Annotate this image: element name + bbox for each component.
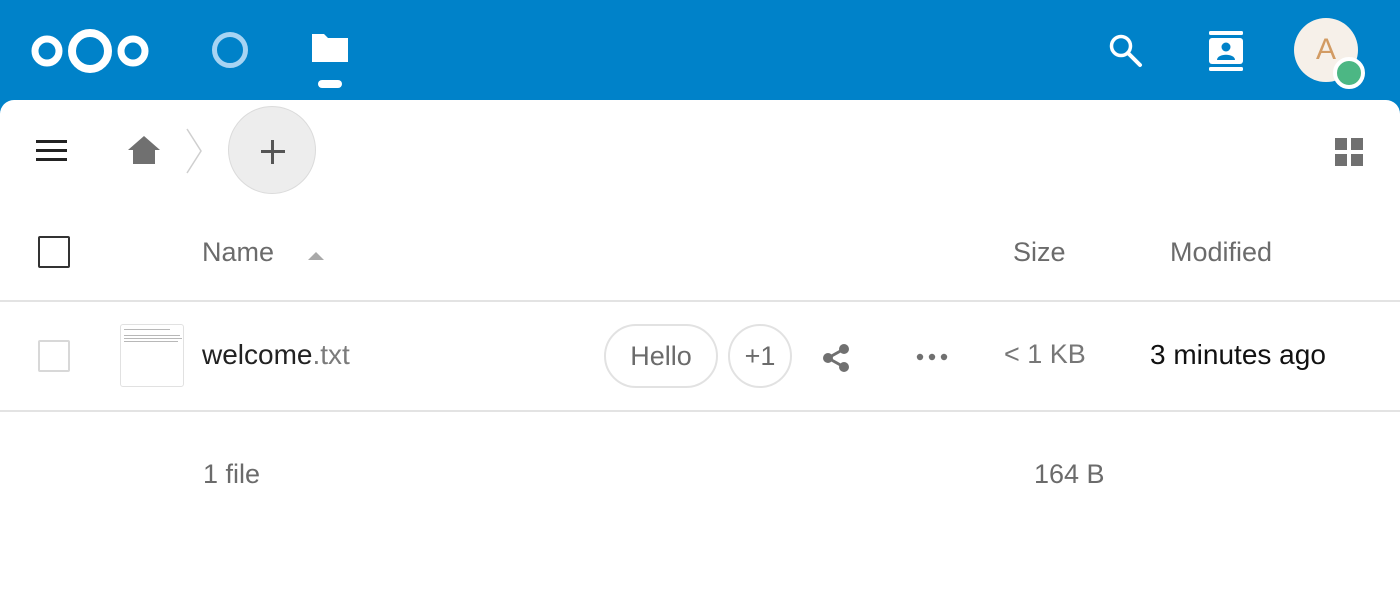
tag-pill[interactable]: Hello [604,324,718,388]
sort-ascending-icon [308,252,324,260]
file-modified-date: 3 minutes ago [1150,339,1326,370]
breadcrumb-separator-icon [186,128,202,174]
nextcloud-logo-icon[interactable] [28,26,152,76]
table-header-divider [0,300,1400,302]
dashboard-app-circle-icon[interactable] [212,32,248,68]
hamburger-menu-icon[interactable] [36,140,68,164]
column-header-modified[interactable]: Modified [1170,237,1272,268]
search-icon[interactable] [1108,33,1144,69]
home-icon[interactable] [126,134,162,166]
active-app-indicator [318,80,342,88]
summary-total-size: 164 B [1034,459,1105,489]
file-name[interactable]: welcome.txt [202,339,350,371]
row-checkbox[interactable] [38,340,70,372]
folder-icon [312,34,348,62]
online-status-indicator [1333,57,1365,89]
column-header-size[interactable]: Size [1013,237,1066,268]
file-size: < 1 KB [1004,339,1086,369]
top-header: A [0,0,1400,100]
more-tags-pill[interactable]: +1 [728,324,792,388]
more-actions-icon[interactable] [914,351,950,363]
file-thumbnail[interactable] [120,324,184,387]
column-header-name[interactable]: Name [202,237,274,268]
share-icon[interactable] [820,342,852,374]
new-file-button[interactable] [228,106,316,194]
files-app-button[interactable] [310,32,350,88]
summary-file-count: 1 file [203,459,261,489]
select-all-checkbox[interactable] [38,236,70,268]
row-divider [0,410,1400,412]
file-name-extension: .txt [312,339,350,370]
file-name-base: welcome [202,339,313,370]
grid-view-icon[interactable] [1335,138,1363,166]
contacts-icon[interactable] [1208,31,1244,71]
